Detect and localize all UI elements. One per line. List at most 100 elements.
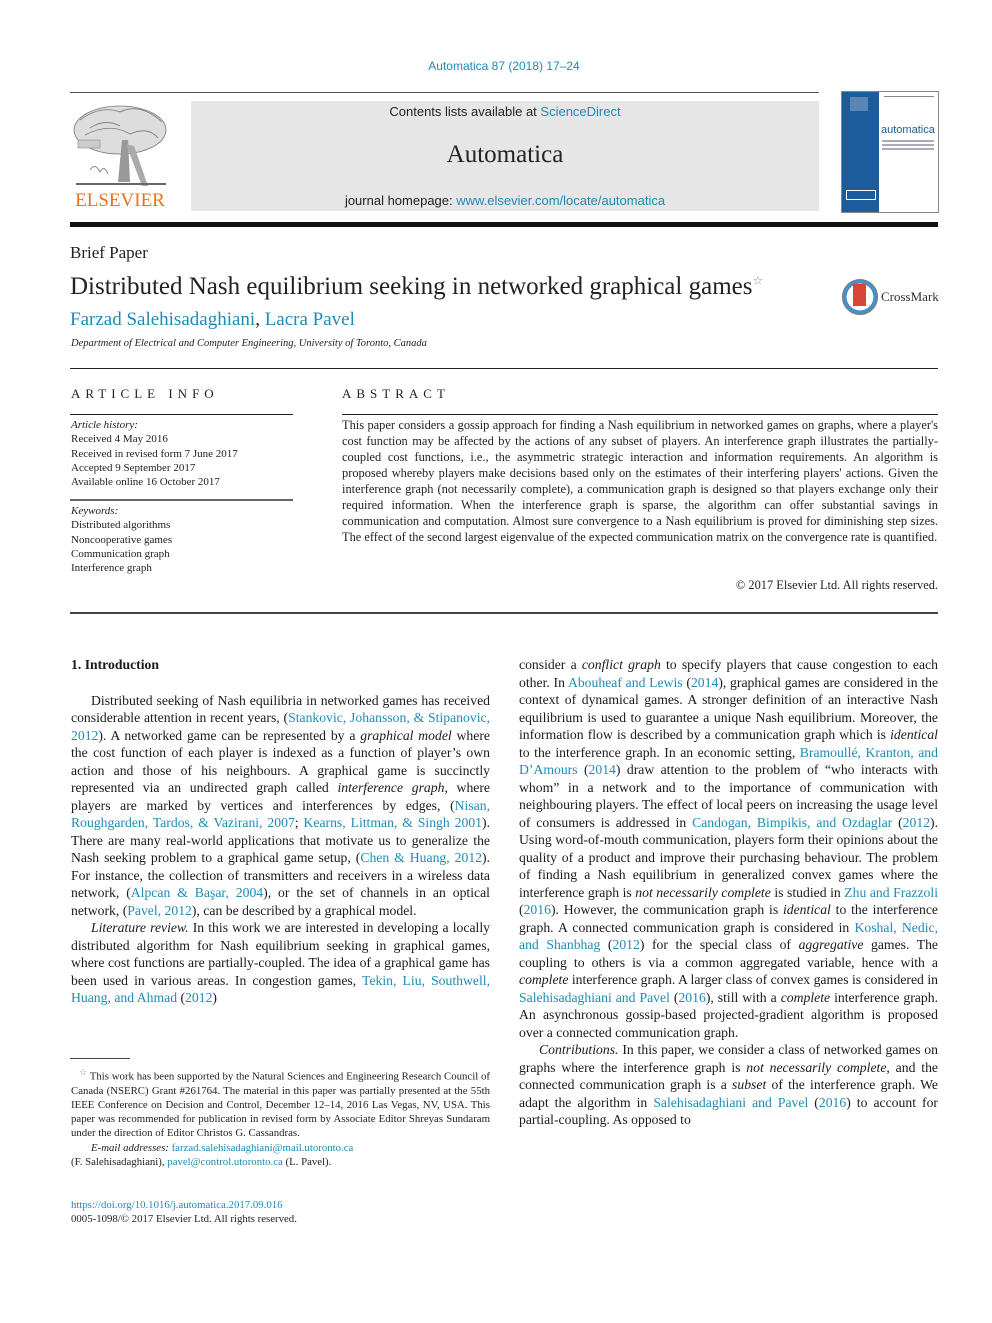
email-label: E-mail addresses:	[91, 1141, 169, 1154]
emphasis-text: not necessarily complete	[635, 884, 771, 900]
citation-link[interactable]: Kearns, Littman, & Singh 2001	[304, 815, 483, 830]
history-item: Received 4 May 2016	[71, 433, 168, 446]
crossmark-ribbon-icon	[853, 284, 866, 306]
emphasis-text: interference graph	[337, 780, 445, 795]
citation-link[interactable]: 2014	[589, 762, 616, 777]
body-paragraph: Distributed seeking of Nash equilibria i…	[71, 692, 490, 920]
body-paragraph: consider a conflict graph to specify pla…	[519, 656, 938, 1041]
doi-block: https://doi.org/10.1016/j.automatica.201…	[71, 1198, 297, 1226]
author-list: Farzad Salehisadaghiani, Lacra Pavel	[70, 309, 355, 331]
citation-link[interactable]: Candogan, Bimpikis, and Ozdaglar	[692, 815, 892, 830]
body-text: )	[212, 990, 217, 1005]
crossmark-badge[interactable]: CrossMark	[842, 279, 942, 317]
citation-link[interactable]: 2012	[185, 990, 212, 1005]
contents-prefix: Contents lists available at	[389, 104, 541, 119]
journal-cover-thumbnail[interactable]: automatica	[841, 91, 939, 213]
title-footnote-star-icon[interactable]: ☆	[752, 274, 763, 288]
body-text: is studied in	[770, 884, 845, 900]
author-separator: ,	[255, 309, 265, 330]
article-info-rule	[70, 414, 293, 415]
emphasis-text: complete	[519, 972, 569, 987]
emphasis-text: identical	[890, 727, 938, 742]
body-column-right: consider a conflict graph to specify pla…	[519, 656, 938, 1129]
body-text: ). A networked game can be represented b…	[98, 727, 361, 743]
history-item: Available online 16 October 2017	[71, 476, 220, 489]
body-text: consider a	[519, 657, 582, 672]
elsevier-logo[interactable]: ELSEVIER	[70, 100, 170, 212]
body-text: ), can be described by a graphical model…	[191, 902, 417, 918]
body-text: interference graph. A larger class of co…	[568, 972, 938, 987]
body-text: (	[177, 990, 186, 1005]
footnote-star-icon: ☆	[79, 1067, 88, 1077]
keyword-item: Noncooperative games	[71, 533, 173, 546]
sciencedirect-link[interactable]: ScienceDirect	[540, 104, 620, 119]
emphasis-text: identical	[782, 902, 831, 917]
header-rule	[70, 92, 819, 93]
keyword-item: Communication graph	[71, 547, 170, 560]
keywords-label: Keywords:	[71, 505, 119, 517]
email-link[interactable]: pavel@control.utoronto.ca	[167, 1156, 282, 1168]
cover-issue-line	[884, 96, 934, 97]
body-text: (	[892, 814, 903, 830]
footnote-rule	[70, 1058, 130, 1059]
footnote-text: This work has been supported by the Natu…	[71, 1070, 490, 1140]
title-rule	[70, 368, 938, 369]
author-link[interactable]: Farzad Salehisadaghiani	[70, 309, 255, 330]
citation-link[interactable]: 2016	[678, 990, 705, 1005]
citation-link[interactable]: 2016	[524, 902, 551, 917]
cover-title: automatica	[881, 124, 935, 136]
citation-link[interactable]: 2012	[903, 815, 930, 830]
elsevier-tree-icon	[73, 105, 167, 186]
contents-line: Contents lists available at ScienceDirec…	[191, 104, 819, 119]
cover-subtitle-lines	[882, 140, 934, 142]
keyword-item: Interference graph	[71, 562, 152, 575]
body-text: ;	[294, 815, 304, 830]
email-owner: (F. Salehisadaghiani),	[71, 1155, 168, 1168]
email-owner: (L. Pavel).	[282, 1155, 332, 1168]
emphasis-text: complete	[780, 989, 831, 1005]
left-paragraphs: Distributed seeking of Nash equilibria i…	[71, 692, 490, 1007]
citation-link[interactable]: Zhu and Frazzoli	[844, 885, 938, 900]
body-paragraph: Literature review. In this work we are i…	[71, 919, 490, 1007]
citation-link[interactable]: 2014	[691, 675, 718, 690]
paper-title: Distributed Nash equilibrium seeking in …	[70, 273, 763, 301]
right-paragraphs: consider a conflict graph to specify pla…	[519, 656, 938, 1129]
email-link[interactable]: farzad.salehisadaghiani@mail.utoronto.ca	[172, 1142, 354, 1154]
abstract-copyright: © 2017 Elsevier Ltd. All rights reserved…	[735, 578, 938, 592]
citation-link[interactable]: 2016	[819, 1095, 846, 1110]
ifac-logo-icon	[846, 190, 876, 200]
body-text: ) for the special class of	[639, 937, 799, 952]
section-heading: 1. Introduction	[71, 657, 159, 672]
citation-link[interactable]: Pavel, 2012	[127, 903, 192, 918]
cover-seal-icon	[850, 97, 868, 111]
body-text: (	[682, 674, 691, 690]
elsevier-wordmark: ELSEVIER	[75, 190, 165, 211]
doi-link[interactable]: https://doi.org/10.1016/j.automatica.201…	[71, 1198, 297, 1212]
keywords-rule	[70, 499, 293, 501]
affiliation: Department of Electrical and Computer En…	[71, 338, 427, 349]
emphasis-text: not necessarily complete	[746, 1059, 887, 1075]
body-text: ). However, the communication graph is	[550, 902, 783, 917]
emphasis-text: Contributions.	[539, 1042, 619, 1057]
journal-homepage-link[interactable]: www.elsevier.com/locate/automatica	[456, 193, 665, 208]
homepage-line: journal homepage: www.elsevier.com/locat…	[191, 193, 819, 208]
citation-link[interactable]: 2012	[612, 937, 639, 952]
citation-link[interactable]: Abouheaf and Lewis	[568, 675, 683, 690]
citation-link[interactable]: Chen & Huang, 2012	[360, 850, 482, 865]
body-text: (	[808, 1094, 819, 1110]
keywords: Keywords: Distributed algorithms Noncoop…	[71, 504, 172, 575]
history-label: Article history:	[71, 419, 138, 431]
author-link[interactable]: Lacra Pavel	[265, 309, 355, 330]
history-item: Accepted 9 September 2017	[71, 461, 196, 474]
citation-link[interactable]: Salehisadaghiani and Pavel	[653, 1095, 808, 1110]
abstract-text: This paper considers a gossip approach f…	[342, 418, 938, 544]
emphasis-text: graphical model	[360, 727, 452, 743]
paper-title-text: Distributed Nash equilibrium seeking in …	[70, 273, 753, 300]
journal-citation-link[interactable]: Automatica 87 (2018) 17–24	[0, 59, 992, 73]
header-thick-rule	[70, 222, 938, 227]
citation-link[interactable]: Salehisadaghiani and Pavel	[519, 990, 670, 1005]
citation-link[interactable]: Alpcan & Başar, 2004	[131, 885, 263, 900]
abstract-end-rule	[70, 612, 938, 614]
journal-masthead: Contents lists available at ScienceDirec…	[191, 101, 819, 211]
article-info-heading: ARTICLE INFO	[71, 386, 219, 401]
